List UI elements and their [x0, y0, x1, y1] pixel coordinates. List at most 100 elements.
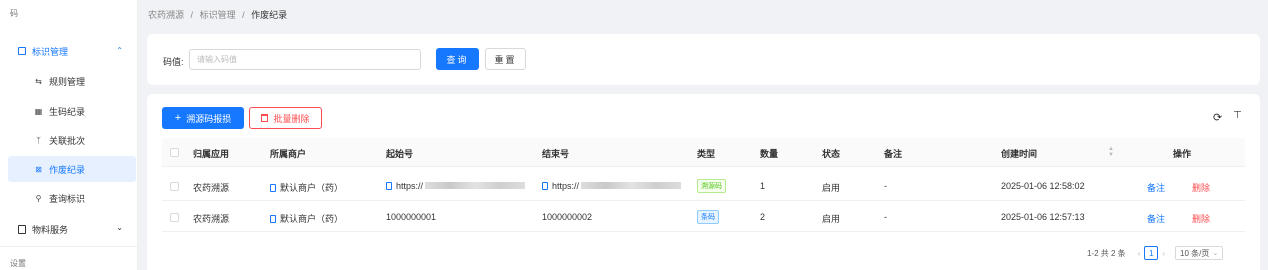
column-header-note: 备注 — [884, 149, 903, 159]
document-icon — [270, 184, 276, 192]
chevron-right-icon[interactable]: › — [1162, 249, 1165, 258]
cell-count: 2 — [760, 212, 766, 222]
row-checkbox[interactable] — [170, 182, 179, 191]
sidebar-item-code-generation[interactable]: ▦ 生码纪录 — [0, 98, 137, 124]
cell-merchant: 默认商户（药） — [270, 181, 343, 194]
cell-start-text: https:// — [396, 181, 424, 191]
column-header-actions: 操作 — [1173, 149, 1192, 159]
document-icon — [386, 182, 392, 190]
sidebar-group-identity-management[interactable]: 标识管理 ⌃ — [0, 40, 137, 62]
trash-icon — [261, 114, 269, 122]
cell-end-text: https:// — [552, 181, 580, 191]
column-header-created[interactable]: 创建时间 — [1001, 147, 1037, 160]
delete-link[interactable]: 删除 — [1192, 212, 1210, 225]
cell-count: 1 — [760, 181, 766, 191]
cell-start: 1000000001 — [386, 212, 437, 222]
report-loss-button[interactable]: + 溯源码报损 — [162, 107, 244, 129]
plus-icon: + — [174, 112, 182, 124]
cell-note: - — [884, 212, 887, 222]
sidebar-footer-settings[interactable]: 设置 — [10, 258, 26, 269]
sidebar-divider — [0, 246, 137, 247]
barcode-icon: ▦ — [34, 106, 43, 116]
chevron-up-icon: ⌃ — [116, 46, 123, 55]
pagination-total: 1-2 共 2 条 — [1087, 248, 1126, 258]
column-header-status: 状态 — [822, 149, 841, 159]
report-loss-label: 溯源码报损 — [186, 113, 232, 124]
cell-status: 启用 — [822, 214, 841, 224]
breadcrumb-current: 作废纪录 — [251, 10, 288, 20]
batch-delete-button[interactable]: 批量删除 — [249, 107, 322, 129]
cell-merchant-text: 默认商户（药） — [280, 214, 344, 224]
refresh-icon[interactable]: ⟳ — [1213, 111, 1222, 124]
chevron-down-icon: ⌄ — [116, 223, 123, 232]
redacted-block — [581, 182, 682, 189]
search-icon: ⚲ — [35, 193, 42, 203]
batch-delete-label: 批量删除 — [273, 113, 310, 124]
cell-merchant-text: 默认商户（药） — [280, 183, 344, 193]
cell-end: 1000000002 — [542, 212, 593, 222]
reset-button[interactable]: 重置 — [485, 48, 526, 70]
page-number-current[interactable]: 1 — [1144, 246, 1159, 260]
breadcrumb-item[interactable]: 标识管理 — [200, 10, 236, 20]
column-header-app: 归属应用 — [193, 149, 230, 159]
void-icon: ⊠ — [35, 164, 42, 174]
column-header-start: 起始号 — [386, 149, 414, 159]
cell-start: https:// — [386, 181, 526, 191]
column-header-type: 类型 — [697, 149, 716, 159]
chevron-down-icon: ⌄ — [1212, 250, 1219, 257]
breadcrumb-separator: / — [242, 10, 245, 20]
sidebar-item-rule-management[interactable]: ⇆ 规则管理 — [0, 68, 137, 94]
redacted-block — [425, 182, 526, 189]
sidebar-group-label: 物料服务 — [32, 224, 69, 235]
column-height-icon[interactable]: ⊤ — [1233, 110, 1242, 121]
note-link[interactable]: 备注 — [1147, 212, 1165, 225]
sidebar-group-label: 标识管理 — [32, 46, 69, 57]
sidebar-group-material-service[interactable]: 物料服务 ⌄ — [0, 218, 137, 240]
delete-link[interactable]: 删除 — [1192, 181, 1210, 194]
sidebar: 码 标识管理 ⌃ ⇆ 规则管理 ▦ 生码纪录 ᛉ 关联批次 ⊠ 作废纪录 ⚲ 查… — [0, 0, 138, 270]
type-badge: 溯源码 — [697, 179, 726, 193]
row-checkbox[interactable] — [170, 213, 179, 222]
page-size-value: 10 条/页 — [1180, 248, 1210, 258]
sidebar-item-link-batch[interactable]: ᛉ 关联批次 — [0, 127, 137, 153]
sidebar-item-label: 关联批次 — [49, 135, 86, 146]
chevron-left-icon[interactable]: ‹ — [1138, 249, 1141, 258]
table-header: 归属应用 所属商户 起始号 结束号 类型 数量 状态 备注 创建时间 ▲ ▼ 操作 — [162, 138, 1245, 167]
document-icon — [542, 182, 548, 190]
cell-created: 2025-01-06 12:57:13 — [1001, 212, 1085, 222]
breadcrumb-item[interactable]: 农药溯源 — [148, 10, 184, 20]
code-value-input[interactable]: 请输入码值 — [189, 49, 421, 70]
table-row: 农药溯源 默认商户（药） https:// https:// 溯源码 1 启用 … — [162, 171, 1245, 201]
pagination: 1-2 共 2 条 ‹ 1 › 10 条/页 ⌄ — [1087, 246, 1224, 260]
column-header-count: 数量 — [760, 149, 779, 159]
query-button[interactable]: 查询 — [436, 48, 479, 70]
sidebar-item-label: 作废纪录 — [49, 164, 86, 175]
sidebar-item-void-records[interactable]: ⊠ 作废纪录 — [8, 156, 136, 182]
branch-icon: ᛉ — [36, 135, 41, 145]
cell-merchant: 默认商户（药） — [270, 212, 343, 225]
select-all-checkbox[interactable] — [170, 148, 179, 157]
note-link[interactable]: 备注 — [1147, 181, 1165, 194]
book-icon — [18, 224, 26, 234]
page-size-select[interactable]: 10 条/页 ⌄ — [1175, 246, 1224, 260]
table-panel: + 溯源码报损 批量删除 ⟳ ⊤ 归属应用 所属商户 起始号 结束号 类型 数量… — [147, 94, 1260, 270]
sidebar-item-label: 生码纪录 — [49, 106, 86, 117]
type-badge: 条码 — [697, 210, 719, 224]
code-value-label: 码值: — [163, 57, 184, 67]
table-row: 农药溯源 默认商户（药） 1000000001 1000000002 条码 2 … — [162, 202, 1245, 232]
sidebar-item-label: 规则管理 — [49, 76, 86, 87]
code-value-placeholder: 请输入码值 — [197, 55, 237, 64]
column-header-end: 结束号 — [542, 149, 570, 159]
breadcrumb-separator: / — [190, 10, 194, 20]
search-panel: 码值: 请输入码值 查询 重置 — [147, 34, 1260, 85]
sidebar-item-query-identifier[interactable]: ⚲ 查询标识 — [0, 185, 137, 211]
cell-note: - — [884, 181, 887, 191]
tag-icon — [18, 47, 26, 55]
sort-icon[interactable]: ▲ ▼ — [1108, 146, 1114, 158]
sidebar-top-label: 码 — [10, 9, 18, 18]
breadcrumb: 农药溯源 / 标识管理 / 作废纪录 — [148, 8, 291, 21]
cell-created: 2025-01-06 12:58:02 — [1001, 181, 1085, 191]
cell-app: 农药溯源 — [193, 214, 230, 224]
document-icon — [270, 215, 276, 223]
sidebar-item-label: 查询标识 — [49, 193, 86, 204]
